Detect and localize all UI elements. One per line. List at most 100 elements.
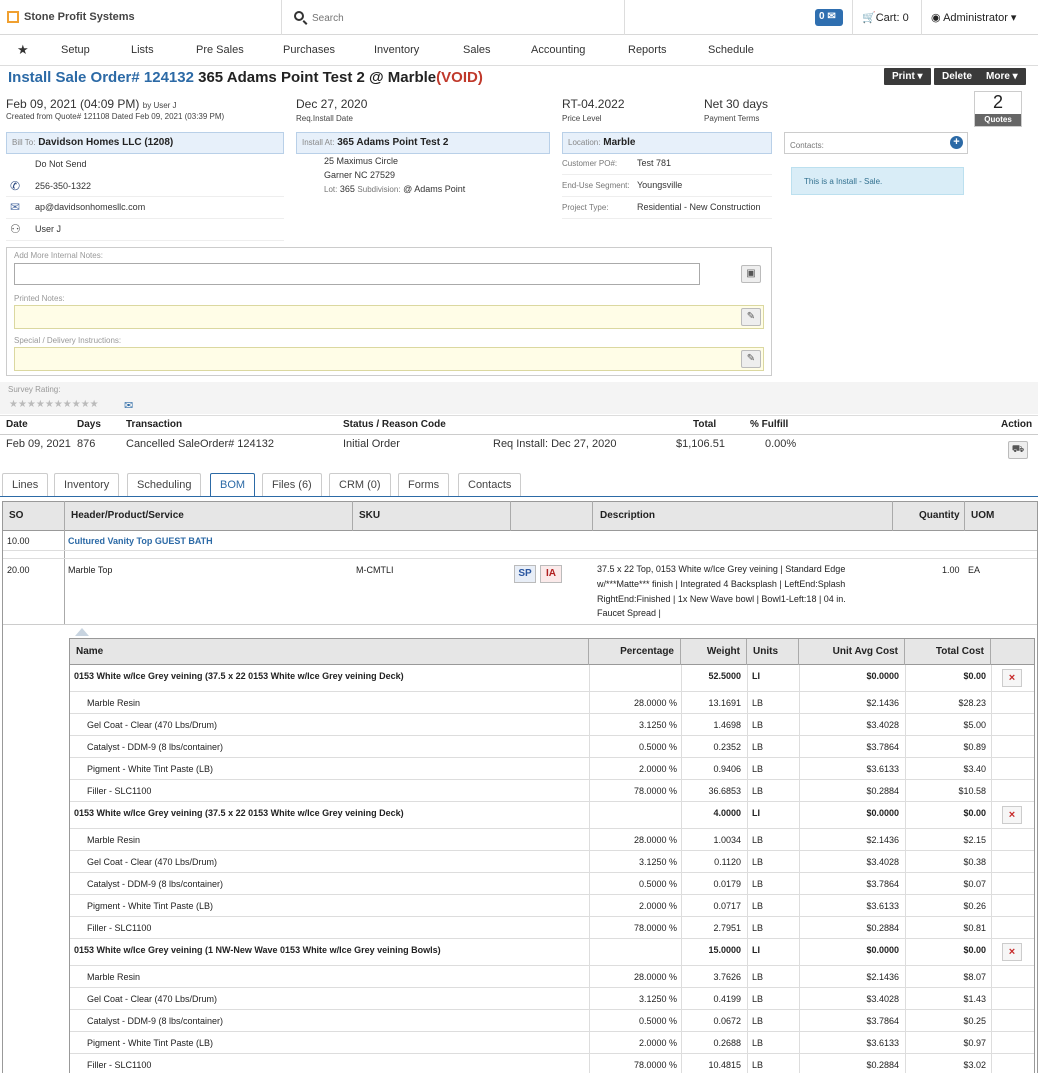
favorites-star-icon[interactable]: ★: [17, 42, 29, 58]
bom-col-description: Description: [600, 510, 656, 521]
email[interactable]: ap@davidsonhomesllc.com: [35, 202, 145, 212]
remove-icon[interactable]: ×: [1002, 806, 1022, 824]
comp-col-weight: Weight: [681, 639, 747, 665]
component-unit-cost: $3.6133: [866, 901, 899, 911]
bom-header-so: 10.00: [7, 536, 30, 546]
divider: [562, 174, 772, 175]
bill-to-label: Bill To:: [12, 138, 36, 147]
component-name: Catalyst - DDM-9 (8 lbs/container): [87, 1016, 224, 1026]
component-total: $28.23: [958, 698, 986, 708]
mail-button[interactable]: 0 ✉: [815, 9, 843, 26]
cart-button[interactable]: 🛒Cart: 0: [862, 11, 909, 24]
component-weight: 0.9406: [713, 764, 741, 774]
phone[interactable]: 256-350-1322: [35, 181, 91, 191]
tab-forms[interactable]: Forms: [398, 473, 450, 497]
tab-bom[interactable]: BOM: [210, 473, 256, 497]
history-transaction[interactable]: Cancelled SaleOrder# 124132: [126, 438, 274, 450]
component-percentage: 3.1250 %: [638, 994, 677, 1004]
quotes-badge[interactable]: 2 Quotes: [974, 91, 1022, 127]
tab-contacts[interactable]: Contacts: [458, 473, 522, 497]
bill-to-box[interactable]: Bill To: Davidson Homes LLC (1208): [6, 132, 284, 154]
component-total: $1.43: [963, 994, 986, 1004]
order-by-user: by User J: [142, 101, 177, 110]
tab-scheduling[interactable]: Scheduling: [127, 473, 202, 497]
edit-pencil-icon[interactable]: ✎: [741, 350, 761, 368]
component-row: Pigment - White Tint Paste (LB) 2.0000 %…: [70, 895, 1034, 917]
component-name: Filler - SLC1100: [87, 1060, 152, 1070]
component-percentage: 0.5000 %: [638, 879, 677, 889]
user-menu[interactable]: ◉ Administrator ▾: [931, 11, 1016, 24]
more-button[interactable]: More ▾: [978, 68, 1026, 85]
comp-col-name: Name: [70, 639, 589, 665]
bom-col-quantity: Quantity: [919, 510, 960, 521]
component-row: Catalyst - DDM-9 (8 lbs/container) 0.500…: [70, 873, 1034, 895]
req-install-date: Dec 27, 2020: [296, 97, 368, 111]
history-fulfill: 0.00%: [765, 438, 797, 450]
internal-notes-input[interactable]: [14, 263, 700, 285]
install-at-box[interactable]: Install At: 365 Adams Point Test 2: [296, 132, 550, 154]
component-weight: 2.7951: [713, 923, 741, 933]
group-weight: 52.5000: [708, 671, 741, 681]
tab-inventory[interactable]: Inventory: [54, 473, 120, 497]
component-row: Marble Resin 28.0000 % 13.1691 LB $2.143…: [70, 692, 1034, 714]
component-weight: 36.6853: [708, 786, 741, 796]
ia-button[interactable]: IA: [540, 565, 562, 583]
more-label: More: [986, 71, 1010, 82]
edit-pencil-icon[interactable]: ✎: [741, 308, 761, 326]
print-button[interactable]: Print ▾: [884, 68, 931, 85]
special-instructions-field[interactable]: [14, 347, 764, 371]
app-name: Stone Profit Systems: [24, 11, 135, 23]
tab-lines[interactable]: Lines: [2, 473, 49, 497]
nav-pre-sales[interactable]: Pre Sales: [196, 44, 244, 56]
remove-icon[interactable]: ×: [1002, 943, 1022, 961]
remove-icon[interactable]: ×: [1002, 669, 1022, 687]
divider: [562, 196, 772, 197]
printed-notes-field[interactable]: [14, 305, 764, 329]
tab-files[interactable]: Files (6): [262, 473, 322, 497]
component-percentage: 2.0000 %: [638, 901, 677, 911]
group-name: 0153 White w/Ice Grey veining (37.5 x 22…: [74, 808, 404, 818]
bom-item-qty: 1.00: [942, 565, 960, 575]
delete-button[interactable]: Delete: [934, 68, 981, 85]
install-lot: Lot: 365 Subdivision: @ Adams Point: [324, 184, 465, 194]
tab-crm[interactable]: CRM (0): [329, 473, 391, 497]
lot-value: 365: [339, 184, 355, 194]
nav-inventory[interactable]: Inventory: [374, 44, 419, 56]
chevron-down-icon: ▾: [1010, 12, 1017, 24]
nav-setup[interactable]: Setup: [61, 44, 90, 56]
component-percentage: 78.0000 %: [633, 923, 677, 933]
truck-icon[interactable]: ⛟: [1008, 441, 1028, 459]
component-units: LB: [752, 1060, 764, 1070]
component-unit-cost: $3.4028: [866, 857, 899, 867]
nav-schedule[interactable]: Schedule: [708, 44, 754, 56]
component-percentage: 2.0000 %: [638, 1038, 677, 1048]
add-contact-icon[interactable]: +: [950, 136, 963, 149]
segment-label: End-Use Segment:: [562, 181, 630, 190]
search-box: [281, 0, 625, 35]
search-input[interactable]: [312, 9, 612, 27]
survey-email-icon[interactable]: ✉: [124, 399, 133, 412]
phone-icon: ✆: [10, 179, 21, 193]
nav-purchases[interactable]: Purchases: [283, 44, 335, 56]
component-percentage: 28.0000 %: [633, 835, 677, 845]
req-install-label: Req.Install Date: [296, 114, 353, 123]
nav-sales[interactable]: Sales: [463, 44, 491, 56]
save-icon[interactable]: ▣: [741, 265, 761, 283]
sp-button[interactable]: SP: [514, 565, 536, 583]
price-level-label: Price Level: [562, 114, 602, 123]
nav-reports[interactable]: Reports: [628, 44, 667, 56]
bom-item-desc4: Faucet Spread |: [597, 608, 661, 618]
divider: [6, 196, 284, 197]
group-unit-cost: $0.0000: [866, 945, 899, 955]
component-name: Gel Coat - Clear (470 Lbs/Drum): [87, 857, 218, 867]
divider: [921, 0, 922, 35]
nav-accounting[interactable]: Accounting: [531, 44, 585, 56]
component-unit-cost: $2.1436: [866, 698, 899, 708]
bom-header-name[interactable]: Cultured Vanity Top GUEST BATH: [68, 536, 213, 546]
component-weight: 0.0672: [713, 1016, 741, 1026]
nav-lists[interactable]: Lists: [131, 44, 154, 56]
survey-stars[interactable]: ★★★★★★★★★★: [9, 399, 99, 410]
component-percentage: 28.0000 %: [633, 972, 677, 982]
location-box[interactable]: Location: Marble: [562, 132, 772, 154]
install-addr1: 25 Maximus Circle: [324, 156, 399, 166]
